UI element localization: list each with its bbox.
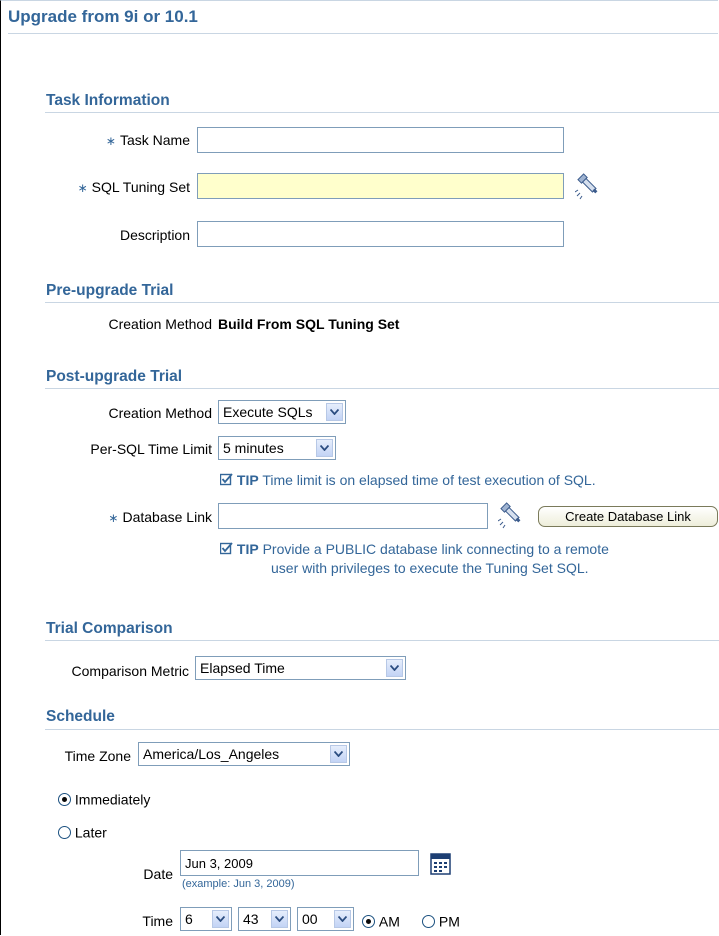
required-marker: ∗ [77,181,88,195]
sql-tuning-set-label: ∗ SQL Tuning Set [77,179,190,195]
section-divider [45,112,719,113]
description-label: Description [119,227,190,243]
second-select[interactable]: 00 [297,907,354,931]
time-limit-tip: TIP Time limit is on elapsed time of tes… [219,471,596,490]
minute-select-value: 43 [243,911,259,927]
creation-method-select[interactable]: Execute SQLs [218,400,346,424]
pm-radio[interactable] [422,914,435,928]
date-label: Date [143,866,173,882]
time-zone-select[interactable]: America/Los_Angeles [138,742,350,766]
pre-creation-method-value: Build From SQL Tuning Set [218,316,400,332]
date-field[interactable] [180,850,419,876]
calendar-icon[interactable] [429,852,453,876]
database-link-field[interactable] [218,503,488,529]
comparison-metric-select-value: Elapsed Time [200,660,285,676]
required-marker: ∗ [105,134,116,148]
required-marker: ∗ [108,511,119,525]
time-limit-select[interactable]: 5 minutes [218,436,336,460]
database-link-tip: TIP Provide a PUBLIC database link conne… [219,540,609,578]
creation-method-select-value: Execute SQLs [223,404,313,420]
time-zone-label: Time Zone [64,748,131,764]
section-divider [45,388,719,389]
immediately-option[interactable]: Immediately [58,790,150,807]
time-limit-select-value: 5 minutes [223,440,284,456]
hour-select[interactable]: 6 [180,907,232,931]
am-radio[interactable] [362,914,375,928]
task-information-heading: Task Information [46,92,170,109]
later-option[interactable]: Later [58,823,107,840]
tip-check-icon [219,541,233,557]
section-divider [45,302,719,303]
pm-option[interactable]: PM [422,912,460,929]
minute-select[interactable]: 43 [238,907,291,931]
chevron-down-icon [212,910,229,928]
pre-upgrade-trial-heading: Pre-upgrade Trial [46,282,174,299]
chevron-down-icon [386,659,403,677]
comparison-metric-label: Comparison Metric [71,663,189,679]
second-select-value: 00 [302,911,318,927]
post-creation-method-label: Creation Method [108,405,212,421]
chevron-down-icon [330,745,347,763]
trial-comparison-heading: Trial Comparison [46,620,173,637]
description-field[interactable] [197,221,564,247]
chevron-down-icon [316,439,333,457]
section-divider [45,729,719,730]
tip-check-icon [219,472,233,488]
flashlight-search-icon[interactable] [497,500,528,530]
hour-select-value: 6 [185,911,193,927]
comparison-metric-select[interactable]: Elapsed Time [195,656,406,680]
time-limit-label: Per-SQL Time Limit [90,441,212,457]
task-name-label: ∗ Task Name [105,132,190,148]
post-upgrade-trial-heading: Post-upgrade Trial [46,368,183,385]
sql-tuning-set-field[interactable] [197,173,564,199]
title-divider [8,33,718,34]
section-divider [45,640,719,641]
chevron-down-icon [271,910,288,928]
schedule-heading: Schedule [46,708,115,725]
immediately-radio[interactable] [58,792,71,806]
pre-creation-method-label: Creation Method [108,316,212,332]
create-database-link-button[interactable]: Create Database Link [538,506,718,527]
time-label: Time [142,913,173,929]
later-radio[interactable] [58,825,71,839]
database-link-label: ∗ Database Link [108,509,212,525]
chevron-down-icon [334,910,351,928]
date-hint: (example: Jun 3, 2009) [182,878,295,890]
chevron-down-icon [326,403,343,421]
task-name-field[interactable] [197,127,564,153]
time-zone-select-value: America/Los_Angeles [143,746,280,762]
page-title: Upgrade from 9i or 10.1 [8,7,198,26]
flashlight-search-icon[interactable] [574,171,605,201]
am-option[interactable]: AM [362,912,400,929]
